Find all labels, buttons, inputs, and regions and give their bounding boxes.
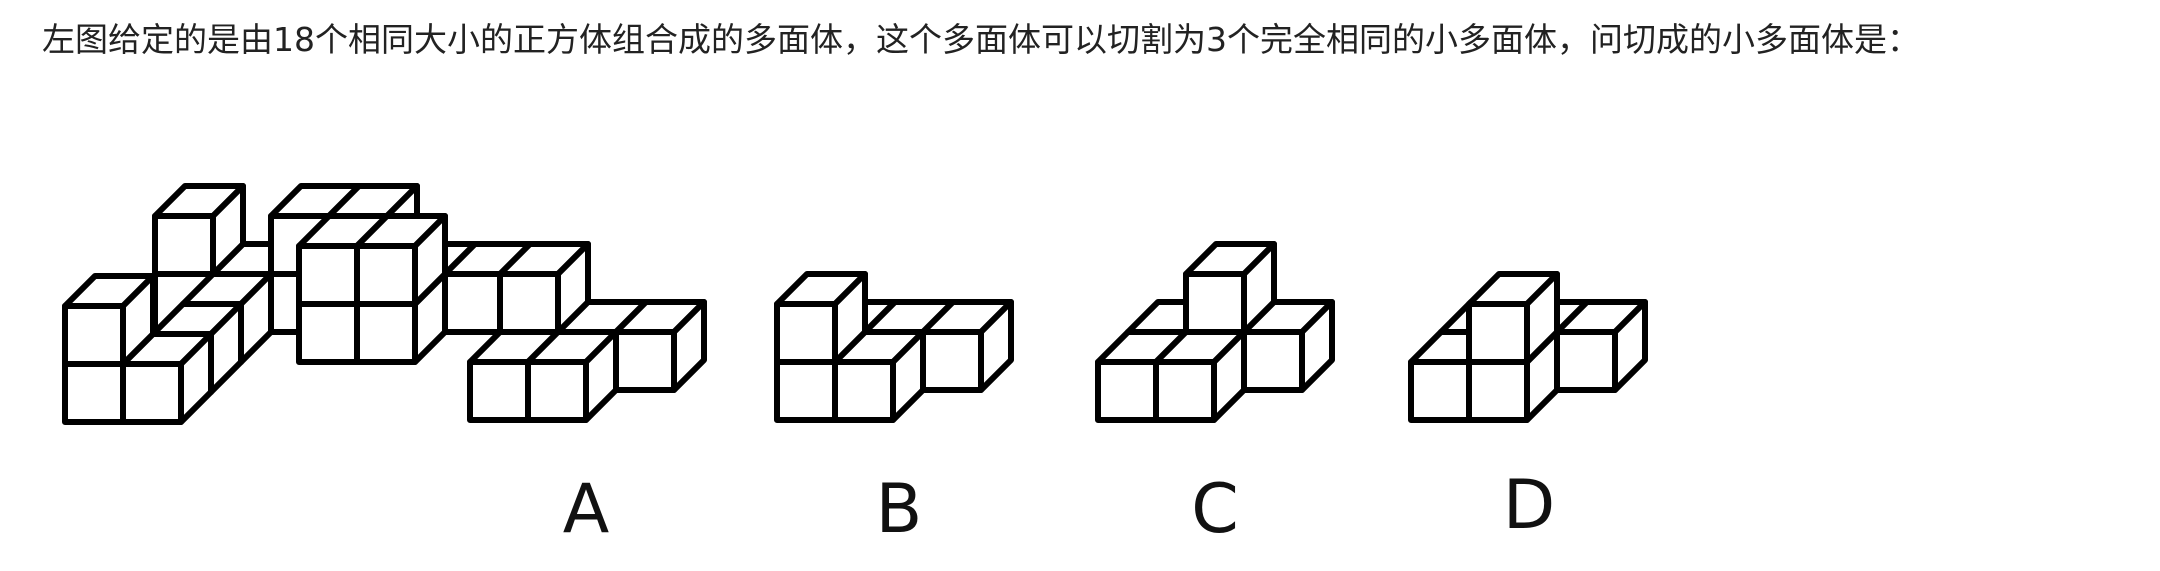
cube-front-face [832,359,896,423]
unit-cube [152,183,246,277]
cube-front-face [354,243,418,307]
unit-cube [920,299,1014,393]
cube-front-face [120,361,184,425]
option-a-figure[interactable] [467,241,707,423]
cube-front-face [1466,359,1530,423]
cube-front-face [613,329,677,393]
cube-front-face [774,301,838,365]
unit-cube [62,273,156,367]
unit-cube [774,271,868,365]
cube-front-face [1241,329,1305,393]
unit-cube [1554,299,1648,393]
cube-front-face [920,329,984,393]
unit-cube [525,329,619,423]
cube-front-face [525,359,589,423]
unit-cube [497,241,591,335]
unit-cube [1466,271,1560,365]
cube-front-face [1408,359,1472,423]
cube-front-face [152,213,216,277]
cube-front-face [1466,301,1530,365]
figures-area: A B C D [62,183,1648,549]
option-c-label[interactable]: C [1191,470,1238,549]
option-d-label[interactable]: D [1503,466,1555,545]
option-b-label[interactable]: B [876,470,923,549]
option-d-figure[interactable] [1408,271,1648,423]
cube-front-face [296,243,360,307]
cube-front-face [1153,359,1217,423]
cube-front-face [1183,271,1247,335]
cube-front-face [497,271,561,335]
cube-front-face [467,359,531,423]
cube-front-face [354,301,418,365]
option-b-figure[interactable] [774,271,1014,423]
unit-cube [613,299,707,393]
cube-front-face [62,361,126,425]
cube-front-face [1554,329,1618,393]
main-polyhedron-figure [62,183,536,425]
cube-front-face [296,301,360,365]
option-c-figure[interactable] [1095,241,1335,423]
unit-cube [1183,241,1277,335]
cube-front-face [62,303,126,367]
cube-front-face [774,359,838,423]
option-a-label[interactable]: A [563,470,610,549]
cube-front-face [442,271,506,335]
unit-cube [1153,329,1247,423]
unit-cube [354,213,448,307]
cube-front-face [1095,359,1159,423]
